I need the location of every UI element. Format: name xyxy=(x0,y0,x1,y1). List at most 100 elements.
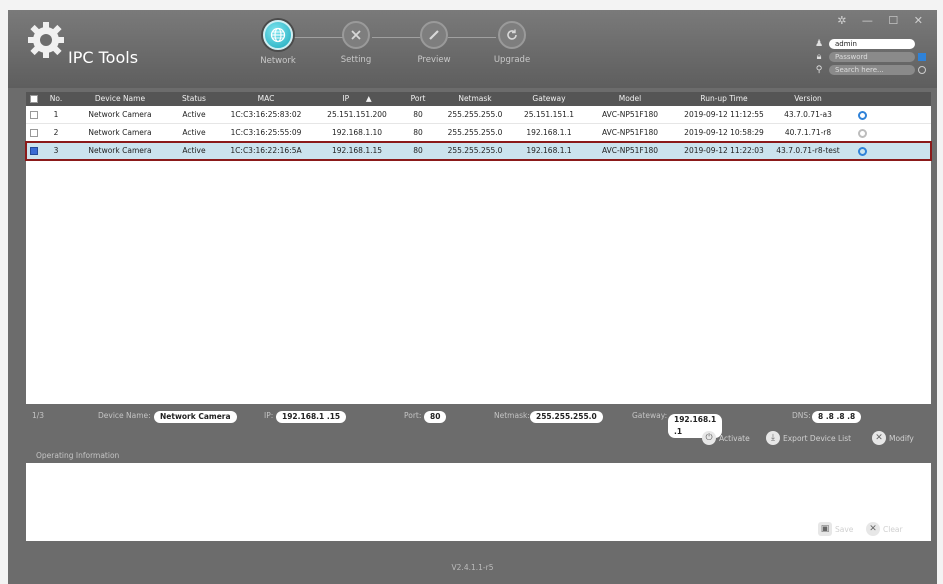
cell-status: Active xyxy=(182,128,206,137)
col-port[interactable]: Port xyxy=(400,92,436,106)
cell-gateway: 192.168.1.1 xyxy=(526,128,572,137)
col-device-name[interactable]: Device Name xyxy=(70,92,170,106)
cell-gateway: 192.168.1.1 xyxy=(526,146,572,155)
export-device-list-button[interactable]: ⤓ Export Device List xyxy=(766,431,851,445)
gear-logo-icon xyxy=(26,20,66,60)
cell-ip: 192.168.1.10 xyxy=(331,128,383,137)
tab-network-label: Network xyxy=(260,56,296,66)
globe-icon xyxy=(263,20,293,50)
cell-netmask: 255.255.255.0 xyxy=(447,128,503,137)
clear-button[interactable]: ✕ Clear xyxy=(866,522,903,536)
table-row-selected[interactable]: 3 Network Camera Active 1C:C3:16:22:16:5… xyxy=(25,141,932,161)
clear-icon: ✕ xyxy=(866,522,880,536)
export-icon: ⤓ xyxy=(766,431,780,445)
search-input[interactable]: Search here... xyxy=(829,65,915,75)
row-checkbox[interactable] xyxy=(26,142,42,159)
tab-upgrade-label: Upgrade xyxy=(493,55,531,65)
cell-gateway: 25.151.151.1 xyxy=(523,110,575,119)
cell-device-name: Network Camera xyxy=(88,128,152,137)
netmask-field[interactable]: 255.255.255.0 xyxy=(530,411,603,423)
table-header: No. Device Name Status MAC IP ▲ Port Net… xyxy=(26,92,931,106)
window-controls[interactable]: ✲ — ☐ ✕ xyxy=(837,14,929,27)
cell-runup-time: 2019-09-12 11:22:03 xyxy=(684,146,764,155)
app-title: IPC Tools xyxy=(68,48,139,67)
row-checkbox[interactable] xyxy=(26,106,42,123)
login-panel: ♟ admin 🔒︎ Password ⚲ Search here... xyxy=(813,38,937,77)
activate-button[interactable]: ⏻ Activate xyxy=(702,431,750,445)
cell-status: Active xyxy=(182,146,206,155)
cell-no: 2 xyxy=(53,128,59,137)
cell-model: AVC-NP51F180 xyxy=(601,128,659,137)
tab-network[interactable]: Network xyxy=(248,16,308,66)
tab-preview[interactable]: Preview xyxy=(404,16,464,65)
app-version: V2.4.1.1-r5 xyxy=(451,563,494,572)
activate-icon: ⏻ xyxy=(702,431,716,445)
cell-runup-time: 2019-09-12 11:12:55 xyxy=(684,110,764,119)
sort-asc-icon: ▲ xyxy=(365,94,372,103)
table-row[interactable]: 1 Network Camera Active 1C:C3:16:25:83:0… xyxy=(26,106,931,124)
cell-port: 80 xyxy=(413,110,423,119)
cell-port: 80 xyxy=(413,128,423,137)
ip-label: IP: xyxy=(264,411,274,420)
col-gateway[interactable]: Gateway xyxy=(514,92,584,106)
device-name-label: Device Name: xyxy=(98,411,151,420)
cell-no: 3 xyxy=(53,146,59,155)
clear-label: Clear xyxy=(883,524,903,534)
col-runup-time[interactable]: Run-up Time xyxy=(676,92,772,106)
col-mac[interactable]: MAC xyxy=(218,92,314,106)
cell-mac: 1C:C3:16:22:16:5A xyxy=(230,146,302,155)
username-input[interactable]: admin xyxy=(829,39,915,49)
col-ip[interactable]: IP ▲ xyxy=(314,92,400,106)
cell-model: AVC-NP51F180 xyxy=(601,146,659,155)
modify-button[interactable]: ✕ Modify xyxy=(872,431,914,445)
tab-setting[interactable]: Setting xyxy=(326,16,386,65)
refresh-icon xyxy=(498,21,526,49)
tab-upgrade[interactable]: Upgrade xyxy=(482,16,542,65)
device-table: No. Device Name Status MAC IP ▲ Port Net… xyxy=(25,92,932,404)
save-icon: ▣ xyxy=(818,522,832,536)
dns-field[interactable]: 8 .8 .8 .8 xyxy=(812,411,862,423)
row-action-icon[interactable] xyxy=(844,142,880,159)
user-icon: ♟ xyxy=(814,39,824,49)
tab-preview-label: Preview xyxy=(417,55,451,65)
col-no[interactable]: No. xyxy=(42,92,70,106)
col-status[interactable]: Status xyxy=(170,92,218,106)
header-bar: IPC Tools Network Setting Preview Upgrad… xyxy=(8,10,937,88)
row-checkbox[interactable] xyxy=(26,124,42,141)
operating-info-box[interactable] xyxy=(26,463,931,541)
row-action-icon[interactable] xyxy=(844,106,880,123)
cell-device-name: Network Camera xyxy=(88,110,152,119)
device-info-bar: 1/3 Device Name: Network Camera IP: 192.… xyxy=(8,408,937,438)
cell-netmask: 255.255.255.0 xyxy=(447,146,503,155)
edit-icon xyxy=(420,21,448,49)
app-window: IPC Tools Network Setting Preview Upgrad… xyxy=(8,10,937,584)
cell-ip: 192.168.1.15 xyxy=(331,146,383,155)
cell-version: 40.7.1.71-r8 xyxy=(784,128,832,137)
port-label: Port: xyxy=(404,411,422,420)
table-row[interactable]: 2 Network Camera Active 1C:C3:16:25:55:0… xyxy=(26,124,931,142)
device-count: 1/3 xyxy=(32,411,45,420)
select-all-checkbox[interactable] xyxy=(26,92,42,106)
save-button[interactable]: ▣ Save xyxy=(818,522,853,536)
col-model[interactable]: Model xyxy=(584,92,676,106)
device-name-field[interactable]: Network Camera xyxy=(154,411,237,423)
cell-version: 43.7.0.71-a3 xyxy=(784,110,832,119)
tab-setting-label: Setting xyxy=(340,55,372,65)
ip-field[interactable]: 192.168.1 .15 xyxy=(276,411,347,423)
save-label: Save xyxy=(835,524,854,534)
cell-netmask: 255.255.255.0 xyxy=(447,110,503,119)
cell-no: 1 xyxy=(53,110,59,119)
step-nav: Network Setting Preview Upgrade xyxy=(248,16,548,86)
port-field[interactable]: 80 xyxy=(424,411,447,423)
login-arrow-icon[interactable] xyxy=(918,53,926,61)
cell-version: 43.7.0.71-r8-test xyxy=(776,146,840,155)
lock-icon: 🔒︎ xyxy=(816,52,822,62)
search-go-icon[interactable] xyxy=(918,66,926,74)
cell-port: 80 xyxy=(413,146,423,155)
gateway-label: Gateway: xyxy=(632,411,668,420)
modify-tools-icon: ✕ xyxy=(872,431,886,445)
col-netmask[interactable]: Netmask xyxy=(436,92,514,106)
col-version[interactable]: Version xyxy=(772,92,844,106)
password-input[interactable]: Password xyxy=(829,52,915,62)
row-action-icon[interactable] xyxy=(844,124,880,141)
